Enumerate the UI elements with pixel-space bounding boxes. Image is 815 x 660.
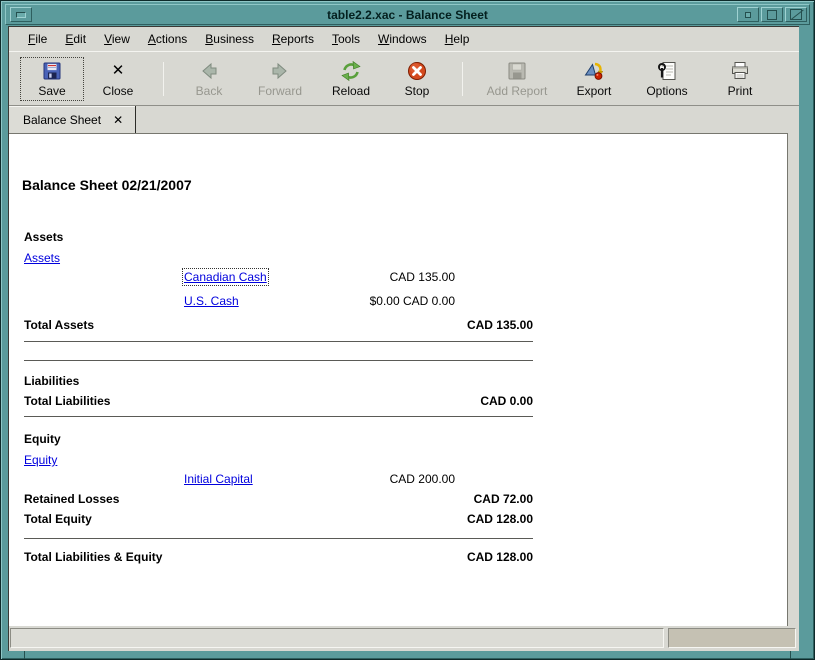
print-button[interactable]: Print — [705, 56, 775, 102]
menu-tools[interactable]: Tools — [323, 29, 369, 49]
stop-circle-icon — [406, 59, 428, 82]
close-x-icon: ✕ — [111, 61, 125, 79]
export-button[interactable]: Export — [559, 56, 629, 102]
export-shapes-icon — [583, 59, 605, 82]
printer-icon — [729, 59, 751, 82]
arrow-right-icon — [269, 59, 291, 82]
resize-grip-left[interactable] — [24, 651, 25, 659]
minimize-button[interactable] — [737, 7, 759, 22]
reload-button-label: Reload — [331, 84, 371, 98]
menu-view[interactable]: View — [95, 29, 139, 49]
tab-close-icon[interactable]: ✕ — [113, 114, 123, 126]
arrow-left-icon — [198, 59, 220, 82]
forward-button-label: Forward — [257, 84, 302, 98]
total-equity-label: Total Equity — [24, 512, 92, 526]
status-message-panel — [10, 628, 664, 648]
total-liabilities-equity-amount: CAD 128.00 — [466, 550, 533, 564]
tab-label: Balance Sheet — [23, 112, 102, 127]
save-button-label: Save — [38, 84, 66, 98]
toolbar: Save ✕ Close Back Forward Reload Stop Ad… — [9, 51, 799, 106]
menu-reports[interactable]: Reports — [263, 29, 323, 49]
tabstrip: Balance Sheet ✕ — [9, 106, 799, 133]
initial-capital-account-link[interactable]: Initial Capital — [184, 472, 253, 486]
add-report-button-label: Add Report — [486, 84, 548, 98]
options-button-label: Options — [646, 84, 688, 98]
menu-business[interactable]: Business — [196, 29, 263, 49]
rule — [24, 538, 533, 539]
stop-button[interactable]: Stop — [384, 56, 450, 102]
window-menu-icon — [16, 11, 26, 18]
total-assets-label: Total Assets — [24, 318, 95, 332]
window-title: table2.2.xac - Balance Sheet — [327, 7, 488, 22]
forward-button[interactable]: Forward — [242, 56, 318, 102]
retained-losses-label: Retained Losses — [24, 492, 120, 506]
refresh-arrows-icon — [340, 59, 362, 82]
titlebar[interactable]: table2.2.xac - Balance Sheet — [5, 4, 810, 25]
progress-panel — [668, 628, 796, 648]
close-button-label: Close — [102, 84, 134, 98]
window-close-button[interactable] — [785, 7, 807, 22]
window-menu-button[interactable] — [10, 7, 32, 22]
close-button[interactable]: ✕ Close — [85, 56, 151, 102]
statusbar — [9, 626, 799, 651]
maximize-button[interactable] — [761, 7, 783, 22]
total-assets-amount: CAD 135.00 — [466, 318, 533, 332]
minimize-icon — [745, 11, 751, 18]
reload-button[interactable]: Reload — [318, 56, 384, 102]
export-button-label: Export — [576, 84, 612, 98]
retained-losses-amount: CAD 72.00 — [473, 492, 533, 506]
rule — [24, 416, 533, 417]
liabilities-heading: Liabilities — [24, 374, 80, 388]
floppy-add-report-icon — [506, 59, 528, 82]
save-button[interactable]: Save — [19, 56, 85, 102]
canadian-cash-account-link[interactable]: Canadian Cash — [182, 268, 269, 286]
canadian-cash-amount: CAD 135.00 — [389, 270, 455, 284]
menubar: File Edit View Actions Business Reports … — [9, 27, 799, 51]
menu-help[interactable]: Help — [436, 29, 479, 49]
equity-heading: Equity — [24, 432, 61, 446]
us-cash-account-link[interactable]: U.S. Cash — [184, 294, 239, 308]
total-liabilities-amount: CAD 0.00 — [480, 394, 533, 408]
total-equity-amount: CAD 128.00 — [466, 512, 533, 526]
menu-file[interactable]: File — [19, 29, 56, 49]
back-button-label: Back — [195, 84, 223, 98]
menu-edit[interactable]: Edit — [56, 29, 95, 49]
options-button[interactable]: Options — [629, 56, 705, 102]
menu-windows[interactable]: Windows — [369, 29, 436, 49]
report-view: Balance Sheet 02/21/2007 Assets Assets C… — [9, 133, 788, 626]
options-wrench-icon — [656, 59, 678, 82]
assets-account-link[interactable]: Assets — [24, 251, 60, 265]
client-area: File Edit View Actions Business Reports … — [8, 26, 799, 651]
rule — [24, 341, 533, 342]
window-frame: table2.2.xac - Balance Sheet File Edit V… — [0, 0, 815, 660]
print-button-label: Print — [727, 84, 753, 98]
toolbar-separator — [462, 61, 463, 96]
total-liabilities-equity-label: Total Liabilities & Equity — [24, 550, 163, 564]
assets-heading: Assets — [24, 230, 64, 244]
add-report-button[interactable]: Add Report — [475, 56, 559, 102]
equity-account-link[interactable]: Equity — [24, 453, 57, 467]
rule — [24, 360, 533, 361]
tab-balance-sheet[interactable]: Balance Sheet ✕ — [9, 106, 137, 133]
stop-button-label: Stop — [404, 84, 430, 98]
initial-capital-amount: CAD 200.00 — [389, 472, 455, 486]
toolbar-separator — [163, 61, 164, 96]
maximize-icon — [767, 9, 777, 20]
back-button[interactable]: Back — [176, 56, 242, 102]
scrollbar-gutter — [788, 133, 799, 626]
floppy-save-icon — [41, 59, 63, 82]
total-liabilities-label: Total Liabilities — [24, 394, 111, 408]
window-close-icon — [790, 9, 802, 20]
menu-actions[interactable]: Actions — [139, 29, 196, 49]
us-cash-amount: $0.00 CAD 0.00 — [369, 294, 455, 308]
resize-grip-right[interactable] — [790, 651, 791, 659]
report-title: Balance Sheet 02/21/2007 — [22, 177, 192, 193]
